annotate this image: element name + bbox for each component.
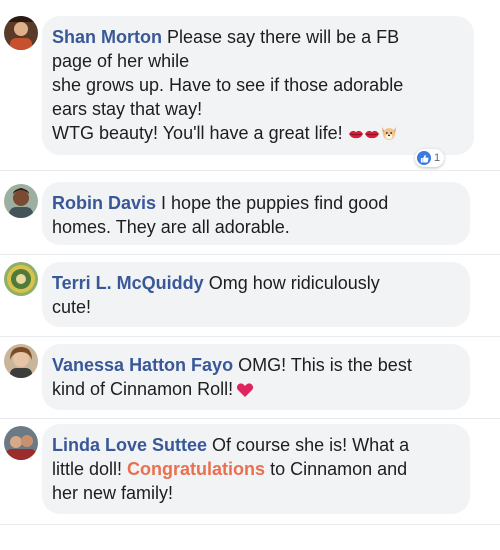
lips-icon [364,124,380,140]
comment-author[interactable]: Shan Morton [52,27,162,47]
comment-bubble: Robin Davis I hope the puppies find good… [42,182,470,245]
comment-text: I hope the puppies find good [161,193,389,213]
comment-text: cute! [52,297,92,317]
comment-text: OMG! This is the best [238,355,412,375]
comment-author[interactable]: Vanessa Hatton Fayo [52,355,233,375]
reaction-count-value: 1 [434,152,441,164]
hashtag-link[interactable]: Congratulations [127,459,265,479]
comment-text: Of course she is! What a [212,435,410,455]
comment-text: to Cinnamon and [270,459,408,479]
comment-text: she grows up. Have to see if those adora… [52,75,404,95]
avatar[interactable] [4,16,38,50]
avatar[interactable] [4,344,38,378]
comment-author[interactable]: Terri L. McQuiddy [52,273,204,293]
divider [0,524,500,525]
comment-bubble: Shan Morton Please say there will be a F… [42,16,474,155]
comment-text: little doll! [52,459,123,479]
comment-text: page of her while [52,51,190,71]
comment-text: Please say there will be a FB [167,27,400,47]
comment-author[interactable]: Linda Love Suttee [52,435,207,455]
comment-text: Omg how ridiculously [208,273,380,293]
like-icon [417,151,431,165]
comment-text: kind of Cinnamon Roll! [52,379,234,399]
comment-text: WTG beauty! You'll have a great life! [52,123,343,143]
avatar[interactable] [4,184,38,218]
comment-author[interactable]: Robin Davis [52,193,156,213]
avatar[interactable] [4,262,38,296]
divider [0,170,500,171]
comment-bubble: Linda Love Suttee Of course she is! What… [42,424,470,514]
comment-text: ears stay that way! [52,99,203,119]
reaction-count[interactable]: 1 [415,149,445,167]
comment-text: homes. They are all adorable. [52,217,290,237]
red-heart-icon [236,381,254,399]
comment-bubble: Terri L. McQuiddy Omg how ridiculously c… [42,262,470,327]
comment-bubble: Vanessa Hatton Fayo OMG! This is the bes… [42,344,470,410]
divider [0,336,500,337]
avatar[interactable] [4,426,38,460]
comment-thread: Shan Morton Please say there will be a F… [0,0,500,550]
divider [0,418,500,419]
divider [0,254,500,255]
dog-face-icon [380,124,398,142]
lips-icon [348,124,364,140]
comment-text: her new family! [52,483,174,503]
